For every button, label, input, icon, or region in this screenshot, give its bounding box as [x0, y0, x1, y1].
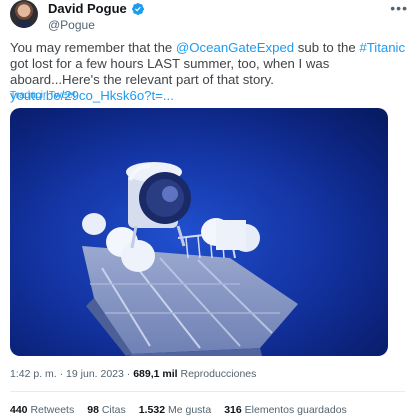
tweet-text-part: You may remember that the [10, 40, 176, 55]
views-count: 689,1 mil [133, 368, 178, 380]
quotes-count: 98 [87, 404, 99, 416]
retweets-label: Retweets [30, 404, 75, 416]
mention-link[interactable]: @OceanGateExped [176, 40, 294, 55]
verified-badge-icon [131, 2, 144, 15]
likes-label: Me gusta [167, 404, 212, 416]
author-handle[interactable]: @Pogue [48, 18, 145, 32]
author-block: David Pogue @Pogue [48, 1, 145, 32]
divider [10, 391, 405, 392]
retweets-count: 440 [10, 404, 28, 416]
engagement-stats: 440 Retweets 98 Citas 1.532 Me gusta 316… [10, 404, 347, 416]
meta-separator: · [126, 368, 131, 380]
meta-separator: · [59, 368, 64, 380]
avatar[interactable] [10, 0, 38, 28]
more-options-icon[interactable]: ••• [390, 0, 408, 16]
submersible-image [10, 108, 388, 356]
tweet-metadata: 1:42 p. m. · 19 jun. 2023 · 689,1 mil Re… [10, 368, 256, 380]
tweet-date[interactable]: 19 jun. 2023 [66, 368, 124, 380]
retweets-stat[interactable]: 440 Retweets [10, 404, 74, 416]
author-name[interactable]: David Pogue [48, 1, 127, 16]
bookmarks-label: Elementos guardados [244, 404, 347, 416]
bookmarks-count: 316 [224, 404, 242, 416]
quotes-stat[interactable]: 98 Citas [87, 404, 126, 416]
views-label: Reproducciones [180, 368, 257, 380]
likes-count: 1.532 [138, 404, 166, 416]
tweet-text-part: sub to the [294, 40, 360, 55]
name-row: David Pogue [48, 1, 145, 16]
tweet-text-part: got lost for a few hours LAST summer, to… [10, 56, 330, 87]
likes-stat[interactable]: 1.532 Me gusta [139, 404, 211, 416]
translate-tweet-link[interactable]: Traducir Tweet [10, 90, 76, 101]
tweet-media-image[interactable] [10, 108, 388, 356]
tweet-time[interactable]: 1:42 p. m. [10, 368, 57, 380]
tweet-header: David Pogue @Pogue ••• [8, 0, 412, 34]
quotes-label: Citas [101, 404, 126, 416]
hashtag-link[interactable]: #Titanic [359, 40, 405, 55]
bookmarks-stat[interactable]: 316 Elementos guardados [224, 404, 347, 416]
